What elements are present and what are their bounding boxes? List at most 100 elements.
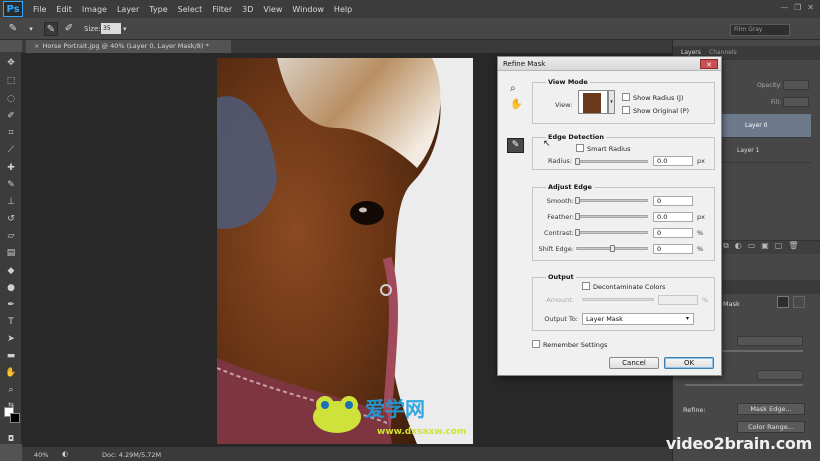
site-watermark-url: www.dxsaxw.com — [377, 427, 467, 437]
layer-name: Layer 1 — [737, 147, 760, 154]
shift-edge-slider-thumb[interactable] — [610, 245, 615, 252]
size-input[interactable]: 35 — [101, 23, 121, 34]
feather-input[interactable] — [757, 370, 803, 380]
dodge-tool-icon[interactable]: ● — [4, 282, 18, 295]
view-dropdown-icon[interactable]: ▾ — [608, 90, 615, 114]
view-mode-thumbnail[interactable] — [578, 90, 608, 114]
remember-settings-checkbox[interactable] — [532, 340, 540, 348]
erase-refinements-tool-icon[interactable]: ✐ — [62, 22, 76, 36]
show-radius-checkbox[interactable] — [622, 93, 630, 101]
blur-tool-icon[interactable]: ◆ — [4, 265, 18, 278]
background-color-swatch[interactable] — [10, 413, 20, 423]
hand-tool-icon[interactable]: ✋ — [4, 367, 18, 380]
menu-layer[interactable]: Layer — [117, 5, 139, 14]
brush-tool-icon[interactable]: ✎ — [4, 179, 18, 192]
pen-tool-icon[interactable]: ✒ — [4, 299, 18, 312]
menu-file[interactable]: File — [33, 5, 46, 14]
shift-edge-input[interactable]: 0 — [653, 244, 693, 254]
marquee-tool-icon[interactable]: ⬚ — [4, 75, 18, 88]
site-watermark: 爱学网 www.dxsaxw.com — [307, 387, 527, 447]
view-label: View: — [555, 101, 573, 109]
smooth-slider[interactable] — [576, 199, 648, 202]
size-dropdown-icon[interactable]: ▾ — [123, 25, 127, 33]
document-size: Doc: 4.29M/5.72M — [102, 451, 162, 459]
move-tool-icon[interactable]: ✥ — [4, 57, 18, 70]
healing-brush-tool-icon[interactable]: ✚ — [4, 162, 18, 175]
close-icon[interactable]: ✕ — [700, 59, 718, 69]
quick-selection-tool-icon[interactable]: ✐ — [4, 110, 18, 123]
feather-label: Feather: — [547, 213, 574, 221]
feather-slider-thumb[interactable] — [575, 213, 580, 220]
hand-tool-icon[interactable]: ✋ — [510, 99, 522, 110]
close-tab-icon[interactable]: × — [34, 42, 39, 50]
feather-slider[interactable] — [576, 215, 648, 218]
path-selection-tool-icon[interactable]: ➤ — [4, 333, 18, 346]
zoom-tool-icon[interactable]: ⌕ — [510, 83, 516, 94]
color-range-button[interactable]: Color Range... — [737, 421, 805, 433]
cancel-button[interactable]: Cancel — [609, 357, 659, 369]
density-input[interactable] — [737, 336, 803, 346]
menu-edit[interactable]: Edit — [56, 5, 72, 14]
type-tool-icon[interactable]: T — [4, 316, 18, 329]
brush-tool-icon[interactable]: ✎ — [6, 22, 20, 36]
adjust-edge-heading: Adjust Edge — [546, 183, 594, 191]
pixel-mask-icon[interactable] — [777, 296, 789, 308]
menu-view[interactable]: View — [263, 5, 282, 14]
radius-slider-thumb[interactable] — [575, 158, 580, 165]
crop-tool-icon[interactable]: ⌗ — [4, 127, 18, 140]
mask-edge-button[interactable]: Mask Edge... — [737, 403, 805, 415]
menu-filter[interactable]: Filter — [212, 5, 232, 14]
menu-help[interactable]: Help — [334, 5, 352, 14]
lasso-tool-icon[interactable]: ◌ — [4, 93, 18, 106]
smooth-slider-thumb[interactable] — [575, 197, 580, 204]
tab-channels[interactable]: Channels — [709, 49, 737, 56]
menu-type[interactable]: Type — [149, 5, 167, 14]
tab-layers[interactable]: Layers — [681, 49, 701, 56]
smart-radius-checkbox[interactable] — [576, 144, 584, 152]
feather-input[interactable]: 0.0 — [653, 212, 693, 222]
document-tab[interactable]: × Horse Portrait.jpg @ 40% (Layer 0, Laye… — [26, 40, 231, 53]
fill-label: Fill: — [771, 99, 782, 106]
gradient-tool-icon[interactable]: ▤ — [4, 247, 18, 260]
contrast-slider[interactable] — [576, 231, 648, 234]
show-original-checkbox[interactable] — [622, 106, 630, 114]
eyedropper-tool-icon[interactable]: ⟋ — [4, 144, 18, 157]
tools-panel: ✥ ⬚ ◌ ✐ ⌗ ⟋ ✚ ✎ ⊥ ↺ ▱ ▤ ◆ ● ✒ T ➤ ▬ ✋ ⌕ … — [0, 52, 22, 444]
dialog-titlebar[interactable]: Refine Mask ✕ — [498, 57, 721, 71]
eraser-tool-icon[interactable]: ▱ — [4, 230, 18, 243]
layer-name: Layer 0 — [745, 122, 768, 129]
contrast-slider-thumb[interactable] — [575, 229, 580, 236]
remember-settings-label: Remember Settings — [543, 341, 608, 349]
history-brush-tool-icon[interactable]: ↺ — [4, 213, 18, 226]
radius-slider[interactable] — [576, 160, 648, 163]
chevron-down-icon[interactable]: ▾ — [24, 22, 38, 36]
ok-button[interactable]: OK — [664, 357, 714, 369]
zoom-tool-icon[interactable]: ⌕ — [4, 384, 18, 397]
status-info-icon[interactable]: ◐ — [62, 450, 68, 458]
feather-slider[interactable] — [685, 384, 803, 386]
close-window-icon[interactable]: ✕ — [807, 3, 814, 12]
opacity-input[interactable] — [783, 80, 809, 90]
menu-select[interactable]: Select — [178, 5, 203, 14]
menu-window[interactable]: Window — [292, 5, 324, 14]
restore-icon[interactable]: ❐ — [794, 3, 801, 12]
refine-radius-tool-icon[interactable]: ✎ — [507, 138, 524, 153]
workspace-switcher[interactable]: Film Gray — [730, 24, 790, 36]
zoom-level[interactable]: 40% — [34, 451, 48, 459]
refine-radius-tool-icon[interactable]: ✎ — [44, 22, 58, 36]
quick-mask-icon[interactable]: ◘ — [4, 432, 18, 445]
menu-3d[interactable]: 3D — [242, 5, 253, 14]
contrast-input[interactable]: 0 — [653, 228, 693, 238]
shape-tool-icon[interactable]: ▬ — [4, 350, 18, 363]
minimize-icon[interactable]: — — [780, 3, 788, 12]
fill-input[interactable] — [783, 97, 809, 107]
output-to-select[interactable]: Layer Mask ▾ — [582, 313, 694, 325]
clone-stamp-tool-icon[interactable]: ⊥ — [4, 196, 18, 209]
smooth-input[interactable]: 0 — [653, 196, 693, 206]
menu-image[interactable]: Image — [82, 5, 107, 14]
vector-mask-icon[interactable] — [793, 296, 805, 308]
status-bar: 40% ◐ Doc: 4.29M/5.72M — [22, 446, 672, 461]
decontaminate-checkbox[interactable] — [582, 282, 590, 290]
show-original-label: Show Original (P) — [633, 107, 690, 115]
radius-input[interactable]: 0.0 — [653, 156, 693, 166]
